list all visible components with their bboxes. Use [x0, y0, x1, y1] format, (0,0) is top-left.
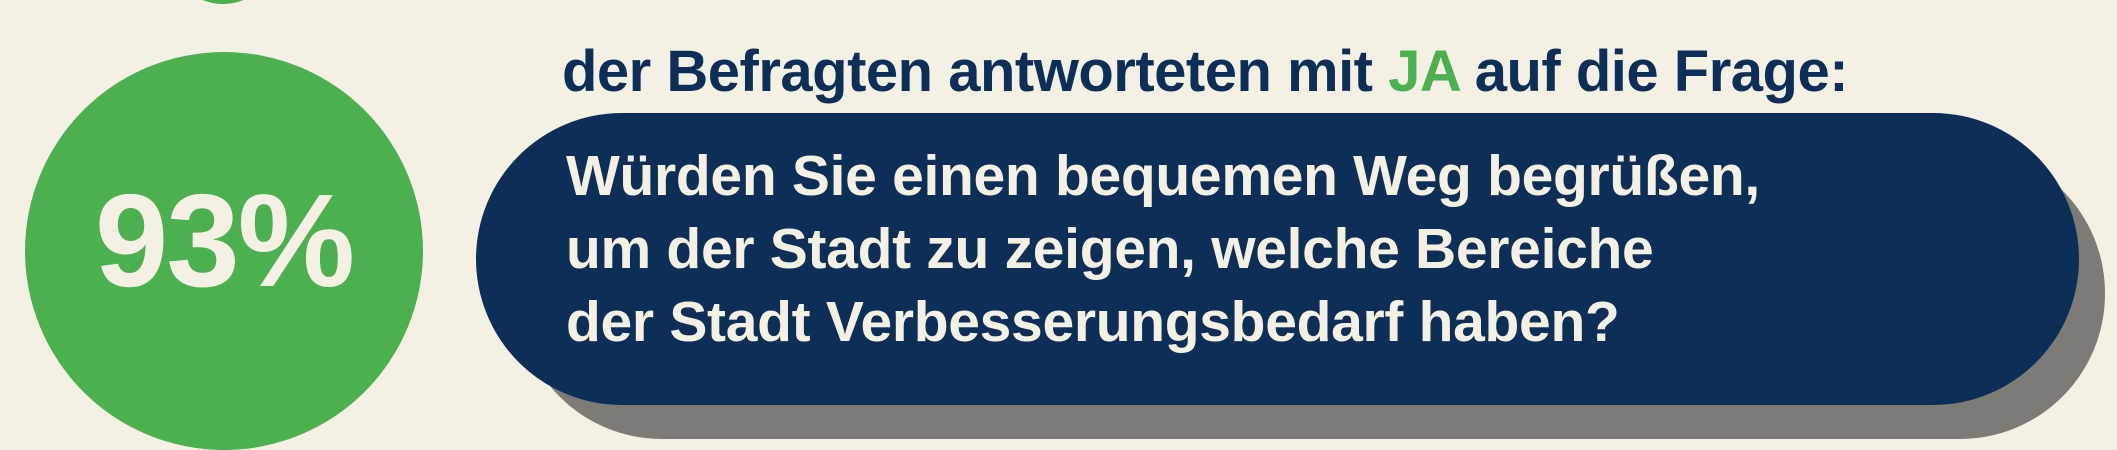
- question-text: Würden Sie einen bequemen Weg begrüßen, …: [566, 140, 1996, 359]
- survey-intro-before: der Befragten antworteten mit: [562, 39, 1389, 104]
- question-line: um der Stadt zu zeigen, welche Bereiche: [566, 217, 1654, 281]
- percentage-value: 93%: [94, 167, 355, 314]
- question-line: Würden Sie einen bequemen Weg begrüßen,: [566, 144, 1760, 208]
- survey-intro: der Befragten antworteten mit JA auf die…: [562, 40, 1862, 104]
- percentage-circle: 93%: [25, 52, 423, 450]
- decorative-green-arc: [168, 0, 278, 4]
- answer-highlight: JA: [1388, 39, 1460, 104]
- survey-intro-after: auf die Frage:: [1459, 39, 1849, 104]
- question-line: der Stadt Verbesserungsbedarf haben?: [566, 290, 1620, 354]
